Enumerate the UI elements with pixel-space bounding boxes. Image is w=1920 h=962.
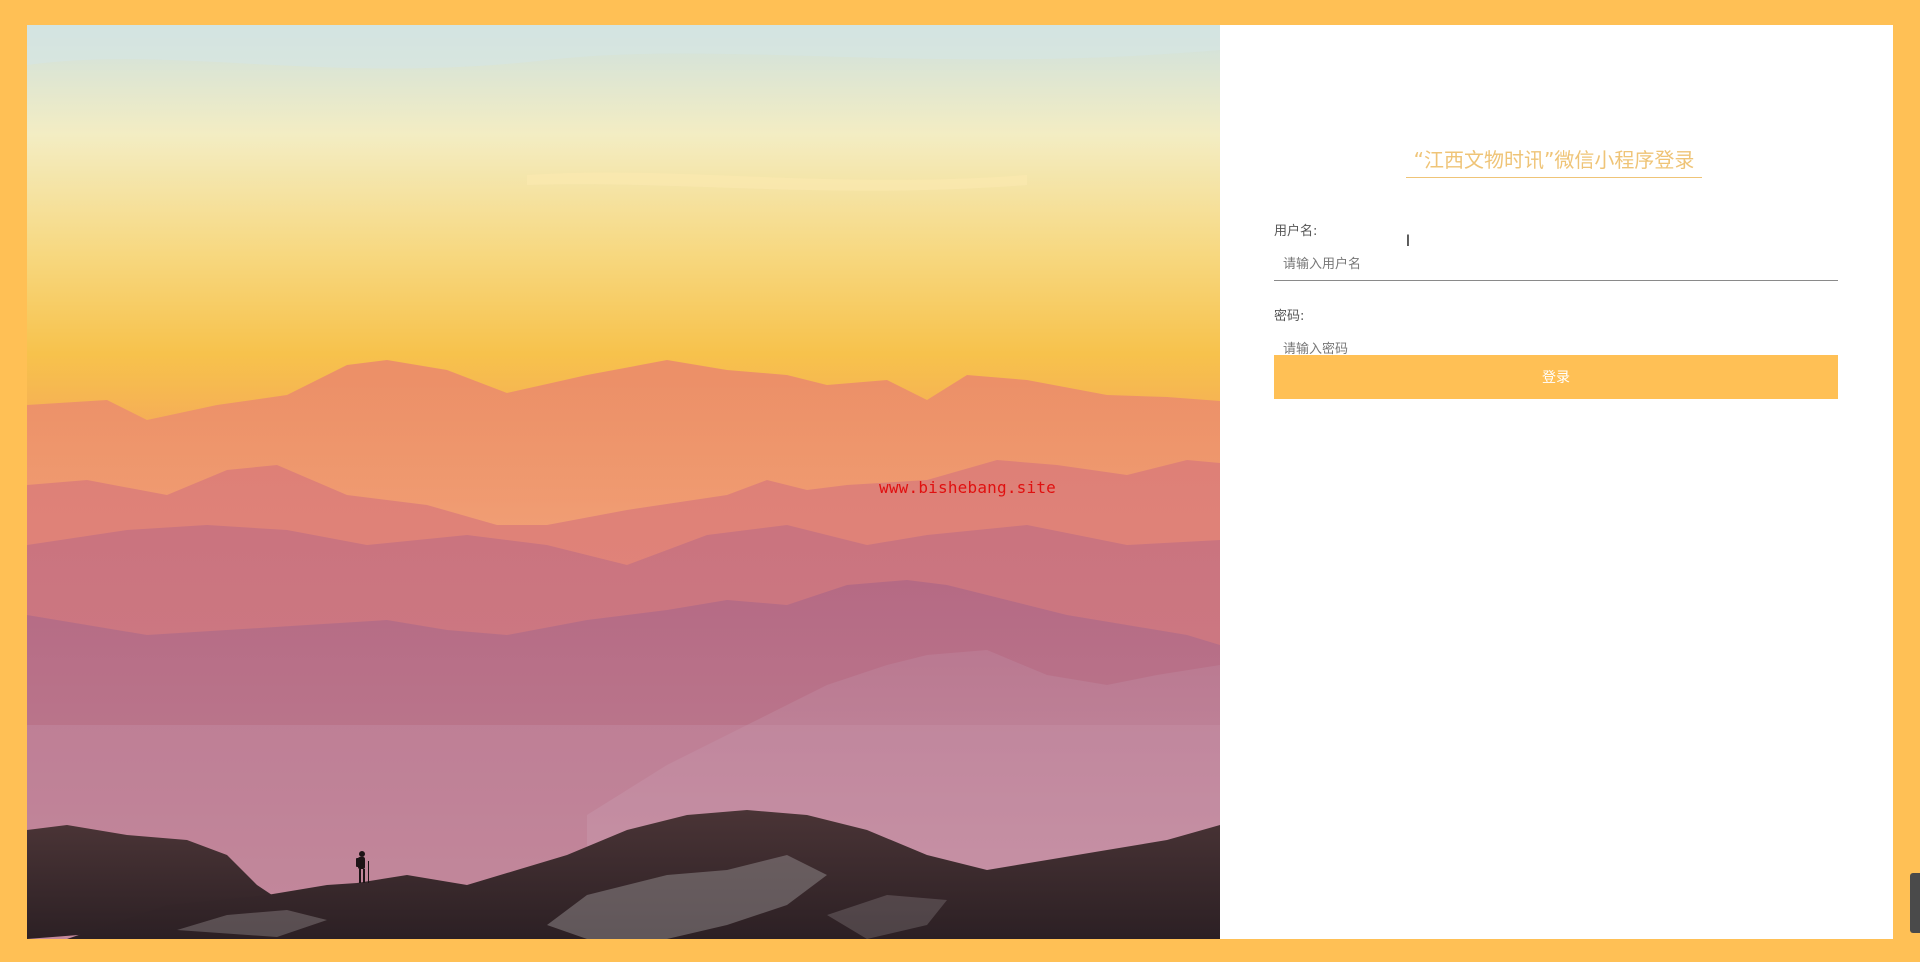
login-panel: “江西文物时讯”微信小程序登录 用户名: 密码: 登录 I	[1220, 25, 1893, 939]
login-button[interactable]: 登录	[1274, 355, 1838, 399]
login-page: www.bishebang.site “江西文物时讯”微信小程序登录 用户名: …	[27, 25, 1893, 939]
username-label: 用户名:	[1274, 224, 1318, 239]
username-input[interactable]	[1274, 249, 1838, 281]
login-title: “江西文物时讯”微信小程序登录	[1406, 144, 1702, 178]
text-cursor-icon: I	[1405, 231, 1411, 250]
password-label: 密码:	[1274, 309, 1305, 324]
watermark-text: www.bishebang.site	[879, 478, 1056, 497]
hero-landscape-image: www.bishebang.site	[27, 25, 1220, 939]
side-toggle-handle[interactable]	[1910, 873, 1920, 933]
